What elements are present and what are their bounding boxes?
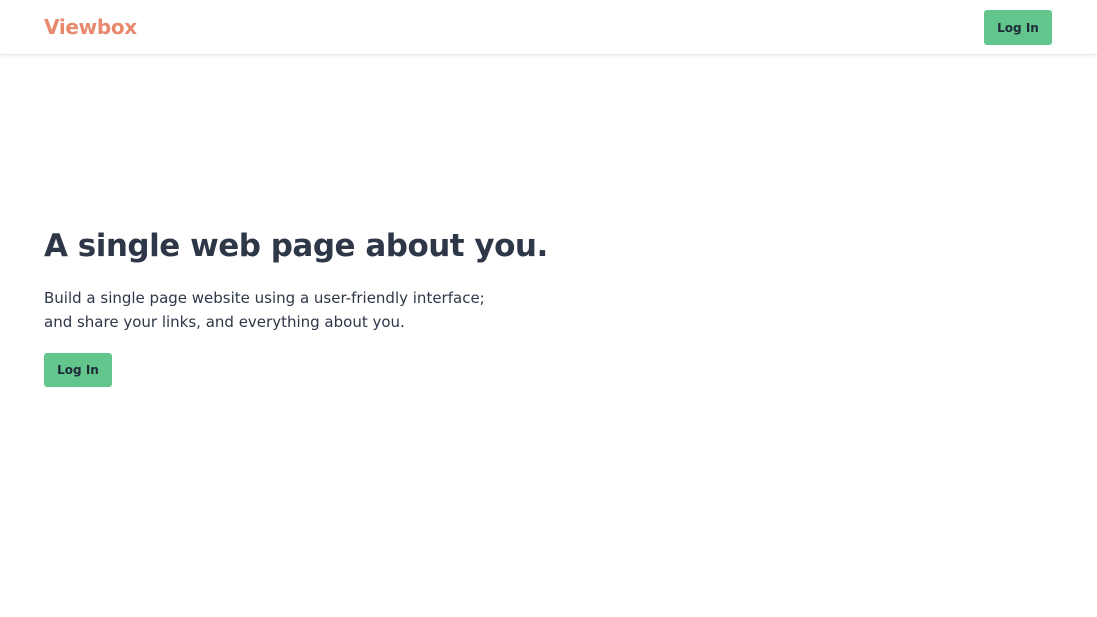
top-navbar: Viewbox Log In (0, 0, 1097, 55)
header-login-button[interactable]: Log In (984, 10, 1052, 45)
hero-description-line-1: Build a single page website using a user… (44, 289, 485, 307)
hero-description-line-2: and share your links, and everything abo… (44, 313, 405, 331)
hero-title: A single web page about you. (44, 228, 548, 264)
hero-login-button[interactable]: Log In (44, 353, 112, 387)
hero-description: Build a single page website using a user… (44, 286, 524, 334)
hero-section: A single web page about you. Build a sin… (44, 224, 604, 387)
brand-logo[interactable]: Viewbox (44, 14, 137, 40)
